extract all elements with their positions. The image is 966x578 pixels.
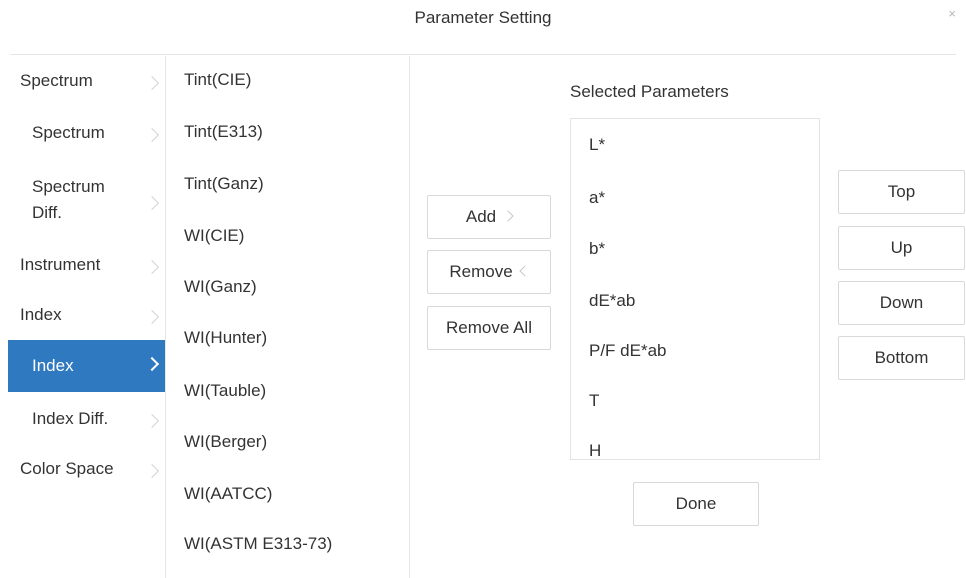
selected-parameter-list[interactable]: L* a* b* dE*ab P/F dE*ab T H bbox=[570, 118, 820, 460]
parameter-item[interactable]: WI(CIE) bbox=[184, 226, 244, 246]
selected-item[interactable]: a* bbox=[589, 188, 605, 208]
selected-item[interactable]: T bbox=[589, 391, 599, 411]
chevron-right-icon bbox=[502, 210, 514, 222]
selected-item[interactable]: dE*ab bbox=[589, 291, 635, 311]
up-button[interactable]: Up bbox=[838, 226, 965, 270]
add-button[interactable]: Add bbox=[427, 195, 551, 239]
parameter-item[interactable]: WI(AATCC) bbox=[184, 484, 272, 504]
add-label: Add bbox=[465, 207, 497, 226]
category-spectrum-sub[interactable]: Spectrum bbox=[8, 120, 165, 146]
chevron-right-icon bbox=[144, 195, 160, 211]
category-index-diff[interactable]: Index Diff. bbox=[8, 406, 165, 432]
dialog-title: Parameter Setting bbox=[414, 8, 552, 27]
category-label: Index bbox=[20, 305, 62, 324]
bottom-button[interactable]: Bottom bbox=[838, 336, 965, 380]
remove-button[interactable]: Remove bbox=[427, 250, 551, 294]
header-divider bbox=[10, 54, 956, 55]
close-icon[interactable]: × bbox=[948, 6, 956, 21]
selected-item[interactable]: L* bbox=[589, 135, 605, 155]
panel-divider bbox=[165, 56, 166, 578]
category-label: Spectrum bbox=[32, 123, 105, 142]
category-label: Index Diff. bbox=[32, 409, 109, 428]
chevron-right-icon bbox=[144, 356, 160, 372]
parameter-item[interactable]: WI(ASTM E313-73) bbox=[184, 534, 332, 554]
chevron-left-icon bbox=[518, 265, 531, 277]
chevron-right-icon bbox=[144, 259, 160, 275]
remove-all-button[interactable]: Remove All bbox=[427, 306, 551, 350]
category-index-sub[interactable]: Index bbox=[8, 340, 165, 392]
selected-item[interactable]: b* bbox=[589, 239, 605, 259]
selected-parameters-title: Selected Parameters bbox=[570, 82, 729, 101]
chevron-right-icon bbox=[144, 309, 160, 325]
category-label: Index bbox=[32, 356, 74, 375]
category-spectrum-diff[interactable]: Spectrum Diff. bbox=[8, 172, 165, 230]
selected-item[interactable]: H bbox=[589, 441, 601, 459]
panel-divider bbox=[409, 56, 410, 578]
remove-label: Remove bbox=[449, 262, 513, 281]
parameter-item[interactable]: WI(Hunter) bbox=[184, 328, 267, 348]
parameter-item[interactable]: WI(Berger) bbox=[184, 432, 267, 452]
top-button[interactable]: Top bbox=[838, 170, 965, 214]
category-label: Instrument bbox=[20, 255, 101, 274]
chevron-right-icon bbox=[144, 127, 160, 143]
parameter-item[interactable]: WI(Ganz) bbox=[184, 277, 257, 297]
category-label: Spectrum bbox=[20, 71, 93, 90]
chevron-right-icon bbox=[144, 75, 160, 91]
category-panel: Spectrum Spectrum Spectrum Diff. Instrum… bbox=[8, 56, 165, 578]
down-button[interactable]: Down bbox=[838, 281, 965, 325]
done-button[interactable]: Done bbox=[633, 482, 759, 526]
selected-item[interactable]: P/F dE*ab bbox=[589, 341, 667, 361]
chevron-right-icon bbox=[144, 413, 160, 429]
parameter-item[interactable]: Tint(CIE) bbox=[184, 70, 251, 90]
parameter-item[interactable]: WI(Tauble) bbox=[184, 381, 266, 401]
category-index[interactable]: Index bbox=[8, 302, 165, 328]
category-label: Color Space bbox=[20, 459, 114, 478]
parameter-item[interactable]: Tint(E313) bbox=[184, 122, 263, 142]
parameter-item[interactable]: Tint(Ganz) bbox=[184, 174, 264, 194]
category-spectrum[interactable]: Spectrum bbox=[8, 68, 165, 94]
category-color-space[interactable]: Color Space bbox=[8, 456, 165, 482]
category-instrument[interactable]: Instrument bbox=[8, 252, 165, 278]
chevron-right-icon bbox=[144, 463, 160, 479]
remove-all-label: Remove All bbox=[446, 318, 532, 337]
category-label: Spectrum Diff. bbox=[32, 177, 105, 222]
